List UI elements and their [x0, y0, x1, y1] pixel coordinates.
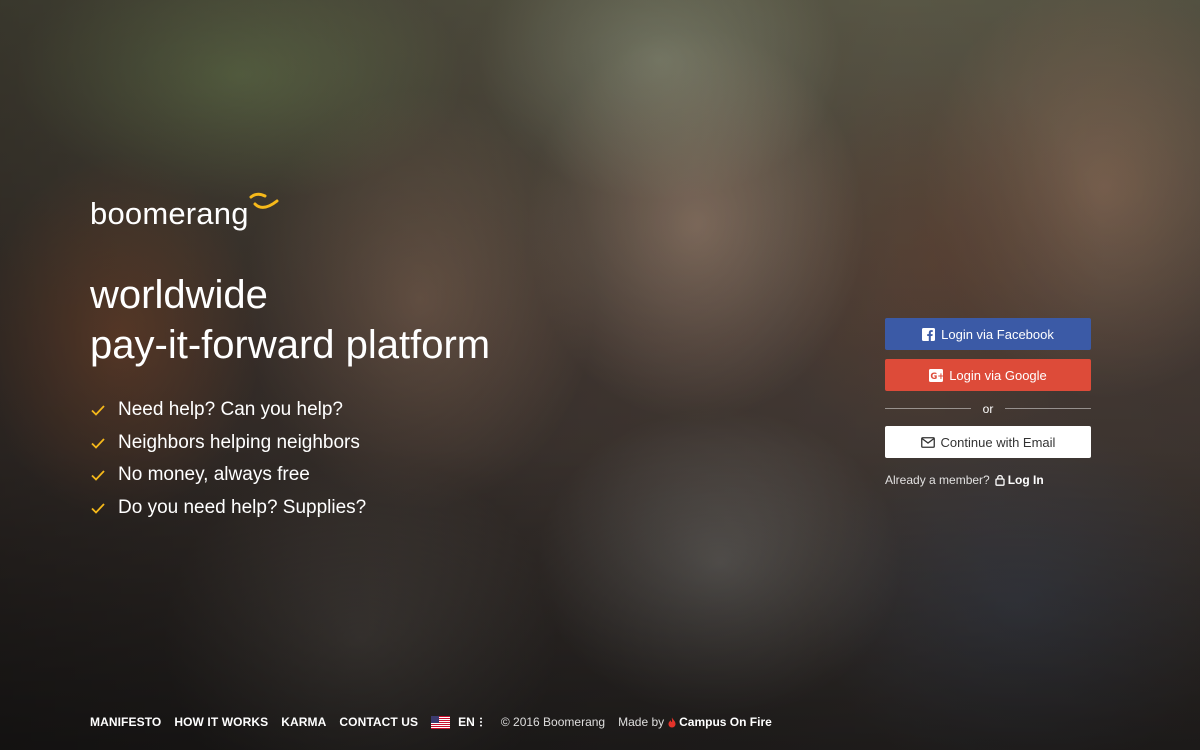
brand-name: boomerang: [90, 196, 249, 231]
us-flag-icon[interactable]: [431, 715, 451, 729]
google-plus-icon: G+: [929, 368, 944, 382]
or-label: or: [982, 401, 994, 416]
auth-panel: Login via Facebook G+ Login via Google o…: [885, 318, 1092, 487]
headline-line-1: worldwide: [90, 273, 268, 317]
mail-icon: [920, 436, 935, 448]
divider-line: [885, 408, 971, 409]
feature-item: Neighbors helping neighbors: [90, 427, 366, 460]
footer-link-manifesto[interactable]: MANIFESTO: [90, 715, 161, 729]
divider-line: [1005, 408, 1092, 409]
flame-icon: [668, 717, 676, 728]
made-by-text: Made by: [618, 715, 665, 729]
facebook-login-label: Login via Facebook: [941, 326, 1054, 342]
feature-item: No money, always free: [90, 459, 366, 492]
lock-icon: [995, 474, 1005, 486]
feature-text: Do you need help? Supplies?: [118, 496, 367, 518]
headline-line-2: pay-it-forward platform: [90, 323, 491, 367]
email-continue-button[interactable]: Continue with Email: [885, 426, 1091, 458]
check-icon: [91, 405, 105, 417]
language-selector[interactable]: EN: [458, 715, 475, 729]
google-login-button[interactable]: G+ Login via Google: [885, 359, 1091, 391]
facebook-login-button[interactable]: Login via Facebook: [885, 318, 1091, 350]
more-vertical-icon[interactable]: [479, 717, 483, 727]
feature-item: Do you need help? Supplies?: [90, 492, 366, 525]
or-divider: or: [885, 391, 1092, 426]
feature-list: Need help? Can you help? Neighbors helpi…: [90, 394, 366, 524]
already-member-text: Already a member?: [885, 473, 990, 487]
footer-link-how-it-works[interactable]: HOW IT WORKS: [174, 715, 268, 729]
feature-item: Need help? Can you help?: [90, 394, 366, 427]
google-login-label: Login via Google: [949, 367, 1047, 383]
hero-headline: worldwide pay-it-forward platform: [90, 270, 490, 370]
check-icon: [91, 438, 105, 449]
facebook-icon: [922, 327, 936, 341]
brand-logo[interactable]: boomerang: [90, 192, 281, 229]
footer-link-karma[interactable]: KARMA: [281, 715, 326, 729]
copyright-text: © 2016 Boomerang: [500, 715, 606, 729]
already-member-row: Already a member? Log In: [885, 473, 1091, 487]
boomerang-logo-icon: [247, 192, 281, 219]
feature-text: Neighbors helping neighbors: [118, 431, 360, 453]
login-link[interactable]: Log In: [995, 473, 1044, 487]
check-icon: [91, 470, 105, 482]
svg-text:G+: G+: [931, 372, 944, 382]
feature-text: Need help? Can you help?: [118, 399, 344, 421]
footer-link-contact-us[interactable]: CONTACT US: [339, 715, 418, 729]
login-link-label: Log In: [1007, 473, 1044, 487]
feature-text: No money, always free: [118, 464, 310, 486]
maker-link[interactable]: Campus On Fire: [679, 715, 772, 729]
footer: MANIFESTO HOW IT WORKS KARMA CONTACT US …: [90, 714, 772, 730]
email-continue-label: Continue with Email: [940, 434, 1056, 450]
check-icon: [91, 503, 105, 514]
